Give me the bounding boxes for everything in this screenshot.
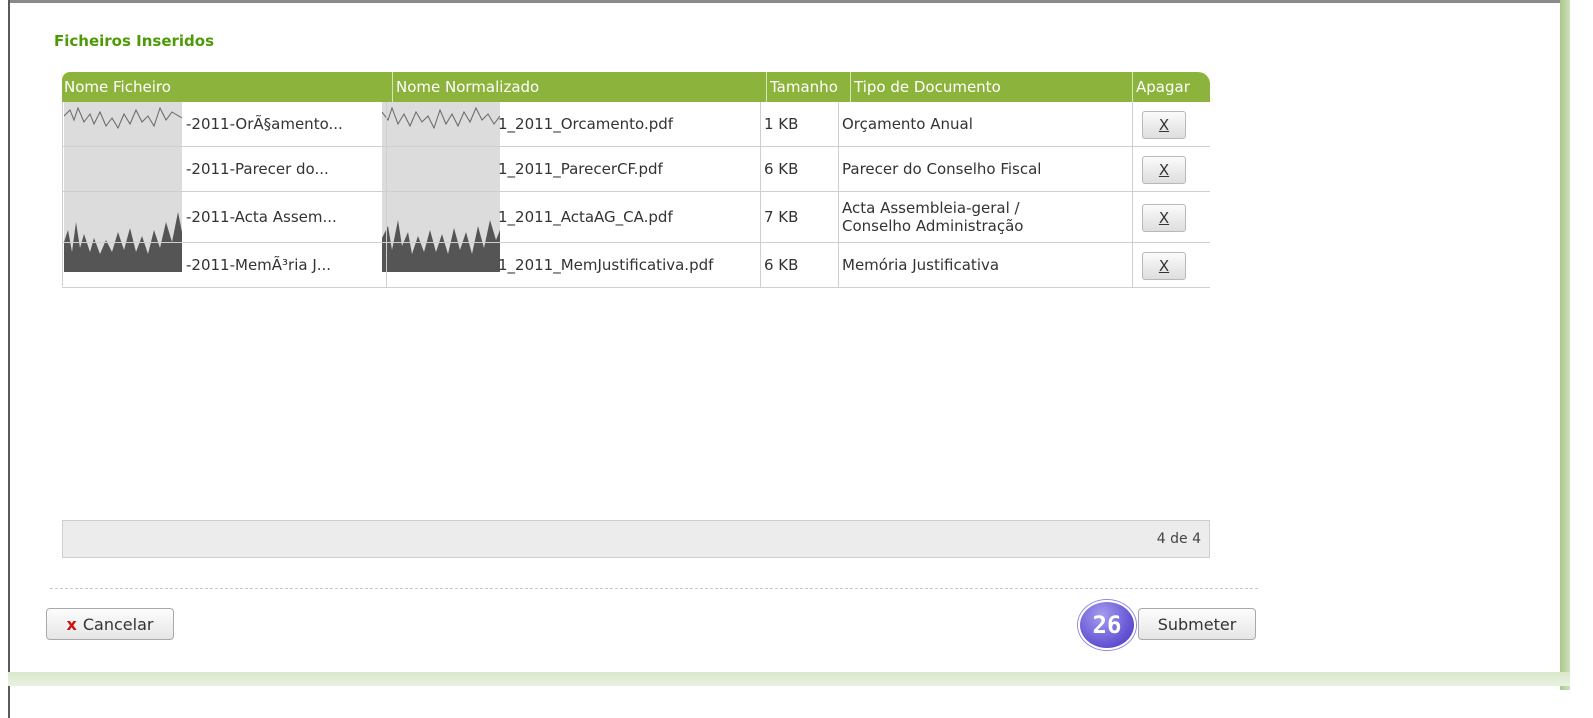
document-type-cell: Memória Justificativa: [842, 256, 1000, 274]
divider: [50, 588, 1258, 589]
form-panel: Ficheiros Inseridos Nome Ficheiro Nome N…: [20, 8, 1544, 672]
pagination-bar: 4 de 4: [62, 520, 1210, 558]
document-type-cell: Acta Assembleia-geral / Conselho Adminis…: [842, 199, 1024, 235]
close-icon: x: [66, 614, 77, 634]
size-cell: 7 KB: [764, 208, 799, 226]
document-type-cell: Parecer do Conselho Fiscal: [842, 160, 1042, 178]
header-document-type[interactable]: Tipo de Documento: [854, 78, 1001, 96]
normalized-name-cell: 1_2011_Orcamento.pdf: [498, 115, 674, 133]
file-name-cell: -2011-MemÃ³ria J...: [186, 256, 332, 274]
window-right-border: [1560, 0, 1570, 690]
window-left-border: [8, 0, 10, 718]
size-cell: 6 KB: [764, 160, 799, 178]
normalized-name-cell: 1_2011_ActaAG_CA.pdf: [498, 208, 673, 226]
delete-button[interactable]: X: [1142, 204, 1186, 232]
delete-button[interactable]: X: [1142, 156, 1186, 184]
table-row[interactable]: -2011-MemÃ³ria J... 1_2011_MemJustificat…: [62, 243, 1210, 288]
section-title: Ficheiros Inseridos: [54, 32, 214, 50]
document-type-cell: Orçamento Anual: [842, 115, 973, 133]
file-name-cell: -2011-Parecer do...: [186, 160, 329, 178]
file-name-cell: -2011-Acta Assem...: [186, 208, 337, 226]
table-row[interactable]: -2011-OrÃ§amento... 1_2011_Orcamento.pdf…: [62, 102, 1210, 147]
window-top-border: [8, 0, 1568, 3]
size-cell: 1 KB: [764, 115, 799, 133]
normalized-name-cell: 1_2011_ParecerCF.pdf: [498, 160, 663, 178]
delete-button[interactable]: X: [1142, 111, 1186, 139]
pagination-count: 4 de 4: [1156, 531, 1201, 547]
delete-button[interactable]: X: [1142, 252, 1186, 280]
table-body: -2011-OrÃ§amento... 1_2011_Orcamento.pdf…: [62, 102, 1210, 288]
header-delete: Apagar: [1136, 78, 1190, 96]
cancel-label: Cancelar: [82, 614, 154, 634]
file-name-cell: -2011-OrÃ§amento...: [186, 115, 343, 133]
header-normalized-name[interactable]: Nome Normalizado: [396, 78, 539, 96]
submit-button[interactable]: Submeter: [1138, 608, 1256, 640]
step-number-badge: 26: [1078, 600, 1136, 650]
table-row[interactable]: -2011-Acta Assem... 1_2011_ActaAG_CA.pdf…: [62, 192, 1210, 243]
size-cell: 6 KB: [764, 256, 799, 274]
header-size[interactable]: Tamanho: [770, 78, 838, 96]
window-bottom-border: [8, 672, 1570, 686]
table-header: Nome Ficheiro Nome Normalizado Tamanho T…: [62, 72, 1210, 102]
table-row[interactable]: -2011-Parecer do... 1_2011_ParecerCF.pdf…: [62, 147, 1210, 192]
normalized-name-cell: 1_2011_MemJustificativa.pdf: [498, 256, 714, 274]
cancel-button[interactable]: x Cancelar: [46, 608, 174, 640]
header-file-name[interactable]: Nome Ficheiro: [64, 78, 171, 96]
